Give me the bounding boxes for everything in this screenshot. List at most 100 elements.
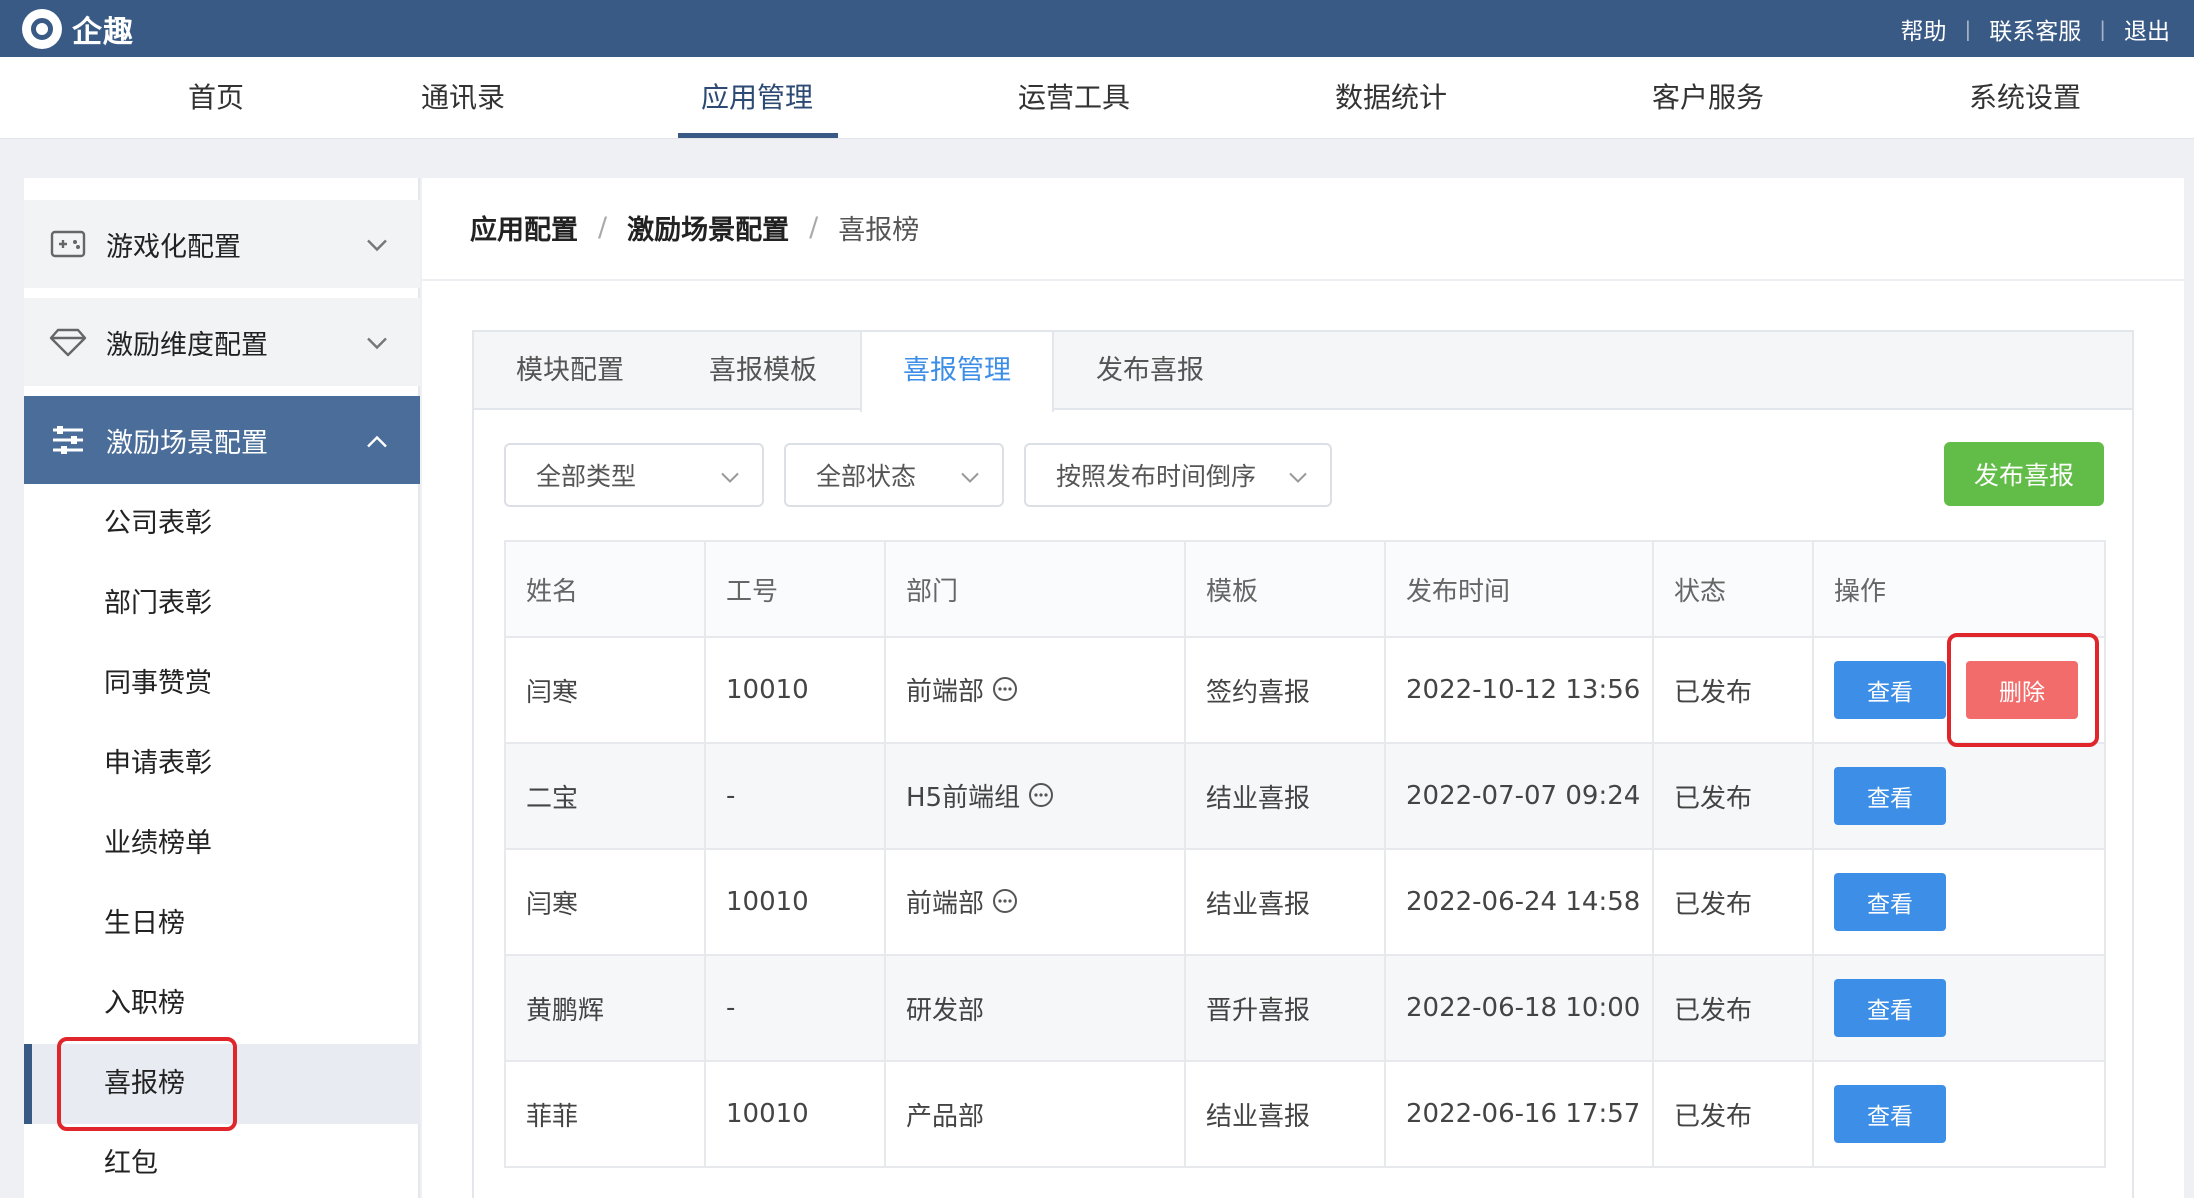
publish-good-news-button[interactable]: 发布喜报 xyxy=(1944,442,2104,506)
sidebar-item-department-honor[interactable]: 部门表彰 xyxy=(24,564,420,644)
divider xyxy=(422,279,2184,281)
help-link[interactable]: 帮助 xyxy=(1901,12,1947,46)
cell-actions: 查看 删除 xyxy=(1812,636,2106,744)
good-news-table: 姓名 工号 部门 模板 发布时间 状态 操作 闫寒 10010 前端部 签约喜报… xyxy=(504,540,2106,1168)
tab-good-news-management[interactable]: 喜报管理 xyxy=(860,332,1054,412)
cell-name: 黄鹏辉 xyxy=(504,954,706,1062)
tab-module-config[interactable]: 模块配置 xyxy=(474,332,666,410)
cell-status: 已发布 xyxy=(1652,954,1814,1062)
cell-publish-time: 2022-10-12 13:56 xyxy=(1384,636,1654,744)
cell-department: 产品部 xyxy=(884,1060,1186,1168)
column-header-department: 部门 xyxy=(884,540,1186,638)
cell-actions: 查看 xyxy=(1812,742,2106,850)
support-link[interactable]: 联系客服 xyxy=(1989,12,2081,46)
cell-template: 结业喜报 xyxy=(1184,742,1386,850)
cell-status: 已发布 xyxy=(1652,1060,1814,1168)
table-row: 闫寒 10010 前端部 签约喜报 2022-10-12 13:56 已发布 查… xyxy=(504,636,2106,744)
cell-employee-id: 10010 xyxy=(704,1060,886,1168)
sort-select[interactable]: 按照发布时间倒序 xyxy=(1024,443,1332,507)
more-circle-icon[interactable] xyxy=(1028,782,1054,815)
sidebar-group-incentive-dimension[interactable]: 激励维度配置 xyxy=(24,298,420,386)
top-link-separator: | xyxy=(1964,16,1972,41)
table-row: 闫寒 10010 前端部 结业喜报 2022-06-24 14:58 已发布 查… xyxy=(504,848,2106,956)
sidebar-item-onboarding-ranking[interactable]: 入职榜 xyxy=(24,964,420,1044)
nav-item-system-settings[interactable]: 系统设置 xyxy=(1969,57,2081,139)
view-button[interactable]: 查看 xyxy=(1834,661,1946,719)
logout-link[interactable]: 退出 xyxy=(2124,12,2170,46)
table-row: 菲菲 10010 产品部 结业喜报 2022-06-16 17:57 已发布 查… xyxy=(504,1060,2106,1168)
nav-item-statistics[interactable]: 数据统计 xyxy=(1335,57,1447,139)
type-filter-value: 全部类型 xyxy=(536,462,637,491)
sidebar-item-birthday-ranking[interactable]: 生日榜 xyxy=(24,884,420,964)
sidebar-item-colleague-praise[interactable]: 同事赞赏 xyxy=(24,644,420,724)
nav-item-operations[interactable]: 运营工具 xyxy=(1018,57,1130,139)
delete-button[interactable]: 删除 xyxy=(1966,661,2078,719)
type-filter-select[interactable]: 全部类型 xyxy=(504,443,764,507)
chevron-down-icon xyxy=(720,461,740,490)
top-links: 帮助 | 联系客服 | 退出 xyxy=(1901,12,2171,46)
sliders-icon xyxy=(48,420,88,460)
department-text: 前端部 xyxy=(906,677,985,707)
view-button[interactable]: 查看 xyxy=(1834,979,1946,1037)
cell-actions: 查看 xyxy=(1812,954,2106,1062)
chevron-down-icon xyxy=(960,461,980,490)
cell-template: 结业喜报 xyxy=(1184,848,1386,956)
breadcrumb-item[interactable]: 应用配置 xyxy=(470,208,578,247)
column-header-template: 模板 xyxy=(1184,540,1386,638)
sidebar-group-incentive-scene[interactable]: 激励场景配置 xyxy=(24,396,420,484)
chevron-down-icon xyxy=(366,327,388,358)
nav-item-app-management[interactable]: 应用管理 xyxy=(701,57,813,139)
cell-template: 结业喜报 xyxy=(1184,1060,1386,1168)
cell-employee-id: 10010 xyxy=(704,848,886,956)
view-button[interactable]: 查看 xyxy=(1834,873,1946,931)
sidebar-group-label: 激励维度配置 xyxy=(106,329,268,361)
cell-name: 闫寒 xyxy=(504,848,706,956)
sidebar-group-gamification[interactable]: 游戏化配置 xyxy=(24,200,420,288)
department-text: 前端部 xyxy=(906,889,985,919)
tab-good-news-template[interactable]: 喜报模板 xyxy=(666,332,860,410)
top-bar: 企趣 帮助 | 联系客服 | 退出 xyxy=(0,0,2194,57)
cell-employee-id: - xyxy=(704,742,886,850)
view-button[interactable]: 查看 xyxy=(1834,767,1946,825)
cell-publish-time: 2022-07-07 09:24 xyxy=(1384,742,1654,850)
nav-item-contacts[interactable]: 通讯录 xyxy=(421,57,505,139)
table-row: 黄鹏辉 - 研发部 晋升喜报 2022-06-18 10:00 已发布 查看 xyxy=(504,954,2106,1062)
view-button[interactable]: 查看 xyxy=(1834,1085,1946,1143)
sidebar-item-red-packet[interactable]: 红包 xyxy=(24,1124,420,1198)
column-header-actions: 操作 xyxy=(1812,540,2106,638)
column-header-name: 姓名 xyxy=(504,540,706,638)
more-circle-icon[interactable] xyxy=(992,888,1018,921)
sidebar-group-label: 游戏化配置 xyxy=(106,231,241,263)
cell-status: 已发布 xyxy=(1652,848,1814,956)
sidebar-item-apply-honor[interactable]: 申请表彰 xyxy=(24,724,420,804)
breadcrumb: 应用配置 / 激励场景配置 / 喜报榜 xyxy=(470,208,919,247)
cell-status: 已发布 xyxy=(1652,742,1814,850)
cell-template: 签约喜报 xyxy=(1184,636,1386,744)
more-circle-icon[interactable] xyxy=(992,676,1018,709)
column-header-publish-time: 发布时间 xyxy=(1384,540,1654,638)
department-text: H5前端组 xyxy=(906,783,1021,813)
sort-value: 按照发布时间倒序 xyxy=(1056,462,1257,491)
chevron-up-icon xyxy=(366,425,388,456)
diamond-icon xyxy=(48,322,88,362)
sidebar-item-company-honor[interactable]: 公司表彰 xyxy=(24,484,420,564)
breadcrumb-item[interactable]: 激励场景配置 xyxy=(627,208,789,247)
cell-actions: 查看 xyxy=(1812,848,2106,956)
status-filter-select[interactable]: 全部状态 xyxy=(784,443,1004,507)
sidebar-item-performance-ranking[interactable]: 业绩榜单 xyxy=(24,804,420,884)
nav-active-indicator xyxy=(678,133,838,138)
good-news-card: 模块配置 喜报模板 喜报管理 发布喜报 全部类型 全部状态 按照发布时间倒序 发… xyxy=(472,330,2134,1198)
brand[interactable]: 企趣 xyxy=(22,7,134,51)
cell-actions: 查看 xyxy=(1812,1060,2106,1168)
cell-template: 晋升喜报 xyxy=(1184,954,1386,1062)
cell-name: 菲菲 xyxy=(504,1060,706,1168)
cell-employee-id: 10010 xyxy=(704,636,886,744)
breadcrumb-separator: / xyxy=(809,212,819,243)
nav-item-home[interactable]: 首页 xyxy=(188,57,244,139)
tab-publish-good-news[interactable]: 发布喜报 xyxy=(1054,332,1246,410)
cell-name: 闫寒 xyxy=(504,636,706,744)
column-header-status: 状态 xyxy=(1652,540,1814,638)
breadcrumb-separator: / xyxy=(598,212,608,243)
nav-item-customer-service[interactable]: 客户服务 xyxy=(1652,57,1764,139)
sidebar-item-good-news-ranking[interactable]: 喜报榜 xyxy=(24,1044,420,1124)
